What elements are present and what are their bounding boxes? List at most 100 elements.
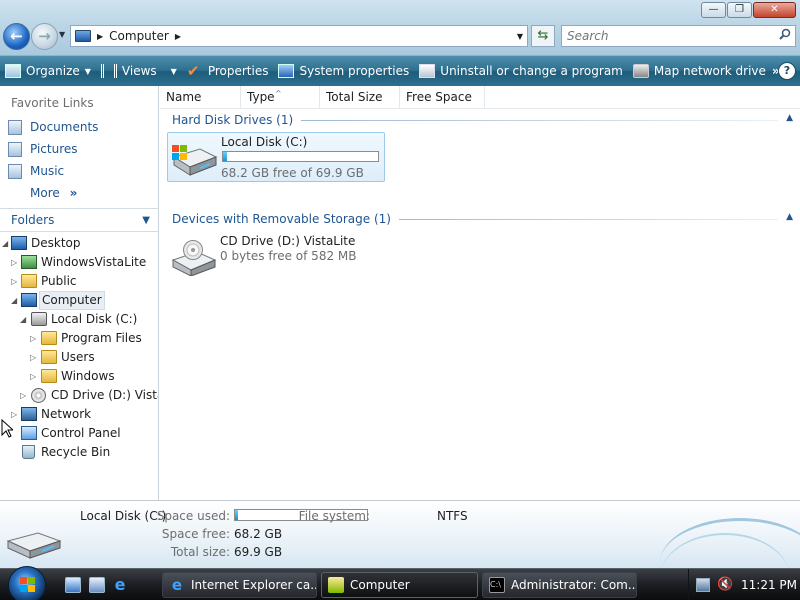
tree-item-cd-drive[interactable]: ▷ CD Drive (D:) VistaLite bbox=[0, 386, 158, 405]
expand-icon[interactable]: ▷ bbox=[30, 329, 36, 348]
uninstall-button[interactable]: Uninstall or change a program bbox=[414, 58, 628, 84]
help-icon[interactable]: ? bbox=[778, 62, 796, 80]
task-command-prompt[interactable]: C:\ Administrator: Com... bbox=[482, 572, 637, 598]
column-header-name[interactable]: Name bbox=[160, 86, 241, 109]
tree-label: Control Panel bbox=[41, 426, 121, 440]
collapse-icon[interactable]: ◢ bbox=[11, 291, 17, 310]
expand-icon[interactable]: ▷ bbox=[11, 253, 17, 272]
folders-title: Folders bbox=[11, 213, 55, 227]
network-drive-icon bbox=[632, 64, 649, 78]
system-properties-button[interactable]: System properties bbox=[273, 58, 414, 84]
search-icon[interactable] bbox=[779, 28, 791, 40]
properties-button[interactable]: ✔ Properties bbox=[182, 58, 274, 84]
collapse-icon[interactable]: ◢ bbox=[20, 310, 26, 329]
task-label: Computer bbox=[350, 578, 410, 592]
clock[interactable]: 11:21 PM bbox=[741, 578, 797, 592]
network-status-icon[interactable] bbox=[696, 578, 710, 592]
window-titlebar: — ❐ ✕ ← → ▼ ▶ Computer ▶ ▼ ⇆ bbox=[0, 0, 800, 56]
tree-item-program-files[interactable]: ▷ Program Files bbox=[0, 329, 158, 348]
maximize-button[interactable]: ❐ bbox=[727, 2, 752, 18]
column-label: Name bbox=[166, 90, 202, 104]
drive-tile-cd-drive[interactable]: CD Drive (D:) VistaLite 0 bytes free of … bbox=[167, 232, 385, 282]
tree-label: Public bbox=[41, 274, 77, 288]
tree-item-public[interactable]: ▷ Public bbox=[0, 272, 158, 291]
search-input[interactable] bbox=[562, 26, 762, 46]
group-header-hard-disk[interactable]: Hard Disk Drives (1) ▲ bbox=[160, 109, 800, 131]
breadcrumb-arrow-icon[interactable]: ▶ bbox=[97, 32, 103, 41]
refresh-button[interactable]: ⇆ bbox=[531, 25, 555, 47]
folder-tree: ◢ Desktop ▷ WindowsVistaLite ▷ Public ◢ … bbox=[0, 232, 158, 462]
expand-icon[interactable]: ▷ bbox=[30, 367, 36, 386]
space-used-label: Space used: bbox=[156, 509, 230, 523]
tree-item-recycle-bin[interactable]: Recycle Bin bbox=[0, 443, 158, 462]
favorite-pictures[interactable]: Pictures bbox=[0, 138, 158, 160]
group-title: Hard Disk Drives (1) bbox=[172, 113, 294, 127]
task-computer[interactable]: Computer bbox=[321, 572, 478, 598]
start-button[interactable] bbox=[8, 566, 46, 600]
favorite-documents[interactable]: Documents bbox=[0, 116, 158, 138]
back-button[interactable]: ← bbox=[3, 23, 30, 50]
close-button[interactable]: ✕ bbox=[753, 2, 796, 18]
column-header-total-size[interactable]: Total Size bbox=[320, 86, 400, 109]
column-label: Total Size bbox=[326, 90, 383, 104]
column-header-free-space[interactable]: Free Space bbox=[400, 86, 485, 109]
mouse-cursor-icon bbox=[1, 419, 13, 438]
tree-label: Users bbox=[61, 350, 95, 364]
address-bar[interactable]: ▶ Computer ▶ ▼ bbox=[70, 25, 528, 47]
volume-muted-icon[interactable]: 🔇 bbox=[717, 578, 733, 592]
double-chevron-icon: » bbox=[69, 186, 78, 200]
chevron-up-icon[interactable]: ▲ bbox=[786, 113, 793, 123]
tree-item-network[interactable]: ▷ Network bbox=[0, 405, 158, 424]
file-system-value: NTFS bbox=[437, 509, 468, 523]
forward-button[interactable]: → bbox=[31, 23, 58, 50]
total-size-value: 69.9 GB bbox=[234, 545, 283, 559]
cd-drive-icon bbox=[171, 240, 217, 276]
map-network-drive-button[interactable]: Map network drive » bbox=[628, 58, 785, 84]
tree-item-windowsvistalite[interactable]: ▷ WindowsVistaLite bbox=[0, 253, 158, 272]
expand-icon[interactable]: ▷ bbox=[11, 272, 17, 291]
organize-button[interactable]: Organize ▼ bbox=[0, 58, 96, 84]
recycle-bin-icon bbox=[22, 445, 35, 459]
space-free-label: Space free: bbox=[161, 527, 230, 541]
minimize-button[interactable]: — bbox=[701, 2, 726, 18]
favorite-music[interactable]: Music bbox=[0, 160, 158, 182]
show-desktop-icon[interactable] bbox=[65, 577, 81, 593]
chevron-up-icon[interactable]: ▲ bbox=[786, 212, 793, 222]
tree-item-windows[interactable]: ▷ Windows bbox=[0, 367, 158, 386]
task-label: Administrator: Com... bbox=[511, 578, 637, 592]
cd-drive-icon bbox=[31, 388, 46, 403]
collapse-icon[interactable]: ◢ bbox=[2, 234, 8, 253]
tree-item-control-panel[interactable]: Control Panel bbox=[0, 424, 158, 443]
breadcrumb-computer[interactable]: Computer bbox=[109, 29, 169, 43]
switch-windows-icon[interactable] bbox=[89, 577, 105, 593]
breadcrumb-arrow-icon[interactable]: ▶ bbox=[175, 32, 181, 41]
tree-item-desktop[interactable]: ◢ Desktop bbox=[0, 234, 158, 253]
search-box[interactable] bbox=[561, 25, 796, 47]
column-label: Type bbox=[247, 90, 275, 104]
drive-usage-fill bbox=[223, 152, 227, 161]
expand-icon[interactable]: ▷ bbox=[20, 386, 26, 405]
tree-item-computer[interactable]: ◢ Computer bbox=[0, 291, 158, 310]
uninstall-icon bbox=[419, 64, 436, 78]
drive-tile-local-disk[interactable]: Local Disk (C:) 68.2 GB free of 69.9 GB bbox=[167, 132, 385, 182]
pictures-icon bbox=[8, 141, 22, 157]
column-label: Free Space bbox=[406, 90, 472, 104]
tree-label: Recycle Bin bbox=[41, 445, 111, 459]
tree-item-users[interactable]: ▷ Users bbox=[0, 348, 158, 367]
internet-explorer-icon[interactable]: e bbox=[112, 577, 128, 593]
file-list: Name ^ Type Total Size Free Space Hard D… bbox=[160, 86, 800, 500]
recent-pages-dropdown[interactable]: ▼ bbox=[59, 30, 65, 39]
folders-header[interactable]: Folders ▼ bbox=[0, 208, 158, 232]
folder-icon bbox=[41, 369, 57, 383]
group-header-removable[interactable]: Devices with Removable Storage (1) ▲ bbox=[160, 208, 800, 230]
expand-icon[interactable]: ▷ bbox=[30, 348, 36, 367]
chevron-down-icon: ▼ bbox=[142, 214, 150, 226]
favorite-more-link[interactable]: More » bbox=[0, 182, 158, 204]
tree-item-local-disk[interactable]: ◢ Local Disk (C:) bbox=[0, 310, 158, 329]
address-dropdown-icon[interactable]: ▼ bbox=[517, 32, 523, 41]
task-internet-explorer[interactable]: e Internet Explorer ca... bbox=[162, 572, 317, 598]
column-header-type[interactable]: ^ Type bbox=[241, 86, 320, 109]
tree-label: Windows bbox=[61, 369, 115, 383]
views-button[interactable]: Views ▼ bbox=[96, 58, 182, 84]
favorite-label: Documents bbox=[30, 120, 99, 134]
